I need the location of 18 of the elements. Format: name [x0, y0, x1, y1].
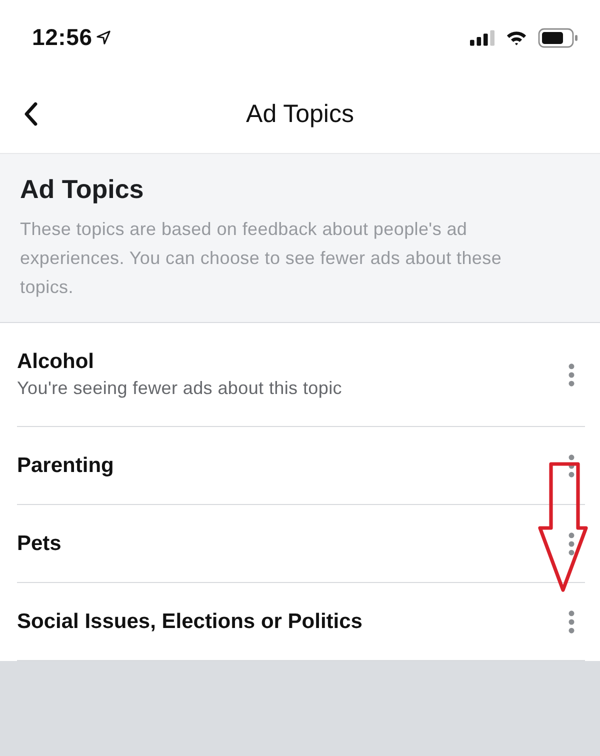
- more-options-icon[interactable]: [568, 454, 575, 478]
- signal-icon: [470, 30, 495, 46]
- wifi-icon: [506, 30, 527, 46]
- back-icon[interactable]: [24, 102, 38, 126]
- more-options-icon[interactable]: [568, 610, 575, 634]
- location-arrow-icon: [96, 30, 112, 45]
- topic-status: You're seeing fewer ads about this topic: [17, 378, 342, 399]
- page-title: Ad Topics: [246, 100, 354, 128]
- topic-name[interactable]: Alcohol: [17, 350, 342, 374]
- more-options-icon[interactable]: [568, 532, 575, 556]
- section-heading: Ad Topics: [20, 174, 145, 205]
- clock-time: 12:56: [32, 24, 92, 51]
- topic-name[interactable]: Social Issues, Elections or Politics: [17, 610, 362, 634]
- section-description: These topics are based on feedback about people's ad experiences. You can choose to see fewer ads about these topics.: [20, 218, 503, 299]
- battery-icon: [538, 28, 578, 48]
- topic-name[interactable]: Pets: [17, 532, 62, 556]
- more-options-icon[interactable]: [568, 362, 575, 386]
- topic-name[interactable]: Parenting: [17, 454, 114, 478]
